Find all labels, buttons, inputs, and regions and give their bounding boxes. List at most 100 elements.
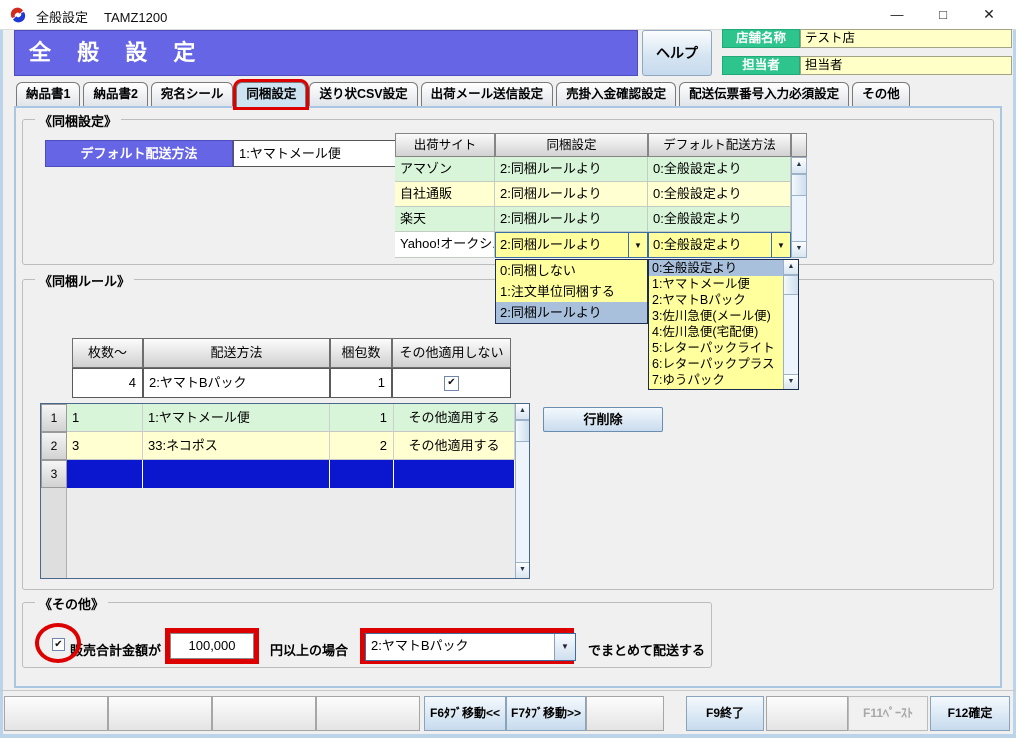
help-button[interactable]: ヘルプ [642,30,712,76]
tab-address-seal[interactable]: 宛名シール [151,82,234,107]
method-cell[interactable]: 1:ヤマトメール便 [143,404,330,432]
empty-function-button[interactable] [316,696,420,731]
close-icon[interactable]: ✕ [966,0,1012,29]
tab-delivery-note-2[interactable]: 納品書2 [83,82,147,107]
site-cell[interactable]: Yahoo!オークシ... [395,232,495,258]
bundle-cell[interactable]: 2:同梱ルールより [495,182,648,207]
other-cell[interactable] [394,460,515,488]
dropdown-option[interactable]: 5:レターパックライト [649,340,783,356]
default-method-combobox[interactable]: 1:ヤマトメール便 ▼ [233,140,421,167]
sheets-input[interactable]: 4 [72,368,143,398]
dropdown-option-selected[interactable]: 0:全般設定より [649,260,783,276]
bundle-cell[interactable]: 2:同梱ルールより [495,207,648,232]
f7-next-tab-button[interactable]: F7ﾀﾌﾞ移動>> [506,696,586,731]
f12-confirm-button[interactable]: F12確定 [930,696,1010,731]
tab-bar: 納品書1 納品書2 宛名シール 同梱設定 送り状CSV設定 出荷メール送信設定 … [16,82,910,106]
packs-cell[interactable]: 2 [330,432,394,460]
staff-field[interactable]: 担当者 [800,56,1012,75]
method-cell[interactable] [143,460,330,488]
app-window: 全般設定TAMZ1200 — □ ✕ 全 般 設 定 ヘルプ 店舗名称 テスト店… [0,0,1016,738]
tab-shipping-mail[interactable]: 出荷メール送信設定 [421,82,554,107]
window-title-text: 全般設定 [36,10,88,25]
column-header-packs: 梱包数 [330,338,392,368]
packs-input[interactable]: 1 [330,368,392,398]
scroll-up-icon[interactable]: ▲ [792,158,806,174]
bulk-method-combobox[interactable]: 2:ヤマトBパック ▼ [365,633,576,661]
chevron-down-icon[interactable]: ▼ [771,233,790,257]
chevron-down-icon[interactable]: ▼ [628,233,647,257]
dropdown-option[interactable]: 3:佐川急便(メール便) [649,308,783,324]
tab-others[interactable]: その他 [852,82,910,107]
default-method-value: 1:ヤマトメール便 [239,146,341,161]
row-header[interactable]: 2 [41,432,67,460]
sheets-cell[interactable] [67,460,143,488]
other-not-apply-checkbox[interactable]: ✔ [444,376,459,391]
packs-cell[interactable] [330,460,394,488]
scroll-up-icon[interactable]: ▲ [516,404,529,420]
annotation-box-method: 2:ヤマトBパック ▼ [360,628,574,664]
site-cell[interactable]: 楽天 [395,207,495,232]
dropdown-option[interactable]: 1:注文単位同梱する [496,281,647,302]
amount-input[interactable]: 100,000 [170,633,254,659]
scrollbar-thumb[interactable] [784,275,798,295]
dropdown-option[interactable]: 1:ヤマトメール便 [649,276,783,292]
bundle-combobox[interactable]: 2:同梱ルールより ▼ [495,232,648,258]
f6-prev-tab-button[interactable]: F6ﾀﾌﾞ移動<< [424,696,506,731]
chevron-down-icon[interactable]: ▼ [554,634,575,660]
site-table-header-row: 出荷サイト 同梱設定 デフォルト配送方法 [395,133,791,157]
delivery-combobox[interactable]: 0:全般設定より ▼ [648,232,791,258]
empty-function-button[interactable] [108,696,212,731]
delivery-dropdown-options: 0:全般設定より 1:ヤマトメール便 2:ヤマトBパック 3:佐川急便(メール便… [649,260,783,389]
window-title: 全般設定TAMZ1200 [36,7,183,26]
tab-payment-confirm[interactable]: 売掛入金確認設定 [556,82,676,107]
packs-cell[interactable]: 1 [330,404,394,432]
scroll-down-icon[interactable]: ▼ [792,241,806,257]
bundle-dropdown-list: 0:同梱しない 1:注文単位同梱する 2:同梱ルールより [495,259,648,324]
f9-exit-button[interactable]: F9終了 [686,696,764,731]
method-input[interactable]: 2:ヤマトBパック [143,368,330,398]
tab-slip-number-required[interactable]: 配送伝票番号入力必須設定 [679,82,849,107]
column-header-method: 配送方法 [143,338,330,368]
row-header[interactable]: 1 [41,404,67,432]
rules-grid-scrollbar: ▲ ▼ [515,404,529,578]
site-cell[interactable]: アマゾン [395,157,495,182]
method-cell[interactable]: 33:ネコポス [143,432,330,460]
other-cell[interactable]: その他適用する [394,404,515,432]
scroll-up-icon[interactable]: ▲ [784,260,798,275]
dropdown-option[interactable]: 0:同梱しない [496,260,647,281]
site-cell[interactable]: 自社通販 [395,182,495,207]
empty-function-button[interactable] [212,696,316,731]
staff-label: 担当者 [722,56,800,75]
dropdown-option[interactable]: 2:ヤマトBパック [649,292,783,308]
dropdown-option[interactable]: 7:ゆうパック [649,372,783,388]
bundle-cell[interactable]: 2:同梱ルールより [495,157,648,182]
delivery-cell[interactable]: 0:全般設定より [648,157,791,182]
minimize-icon[interactable]: — [874,0,920,29]
tab-bundling-settings[interactable]: 同梱設定 [236,82,306,107]
delete-row-button[interactable]: 行削除 [543,407,663,432]
scroll-down-icon[interactable]: ▼ [784,374,798,389]
scroll-down-icon[interactable]: ▼ [516,562,529,578]
sheets-cell[interactable]: 1 [67,404,143,432]
empty-function-button[interactable] [586,696,664,731]
empty-function-button[interactable] [766,696,848,731]
table-row: アマゾン 2:同梱ルールより 0:全般設定より [395,157,791,182]
delivery-cell[interactable]: 0:全般設定より [648,182,791,207]
scrollbar-thumb[interactable] [792,174,806,196]
scrollbar-thumb[interactable] [516,420,529,442]
rules-entry-row: 4 2:ヤマトBパック 1 ✔ [72,368,511,398]
dropdown-option-selected[interactable]: 2:同梱ルールより [496,302,647,323]
empty-function-button[interactable] [4,696,108,731]
store-name-field[interactable]: テスト店 [800,29,1012,48]
column-header-site: 出荷サイト [395,133,495,157]
other-cell[interactable]: その他適用する [394,432,515,460]
table-row: 3 33:ネコポス 2 その他適用する [67,432,515,460]
delivery-cell[interactable]: 0:全般設定より [648,207,791,232]
maximize-icon[interactable]: □ [920,0,966,29]
tab-invoice-csv[interactable]: 送り状CSV設定 [309,82,417,107]
dropdown-option[interactable]: 4:佐川急便(宅配便) [649,324,783,340]
dropdown-option[interactable]: 6:レターパックプラス [649,356,783,372]
row-header[interactable]: 3 [41,460,67,488]
tab-delivery-note-1[interactable]: 納品書1 [16,82,80,107]
sheets-cell[interactable]: 3 [67,432,143,460]
